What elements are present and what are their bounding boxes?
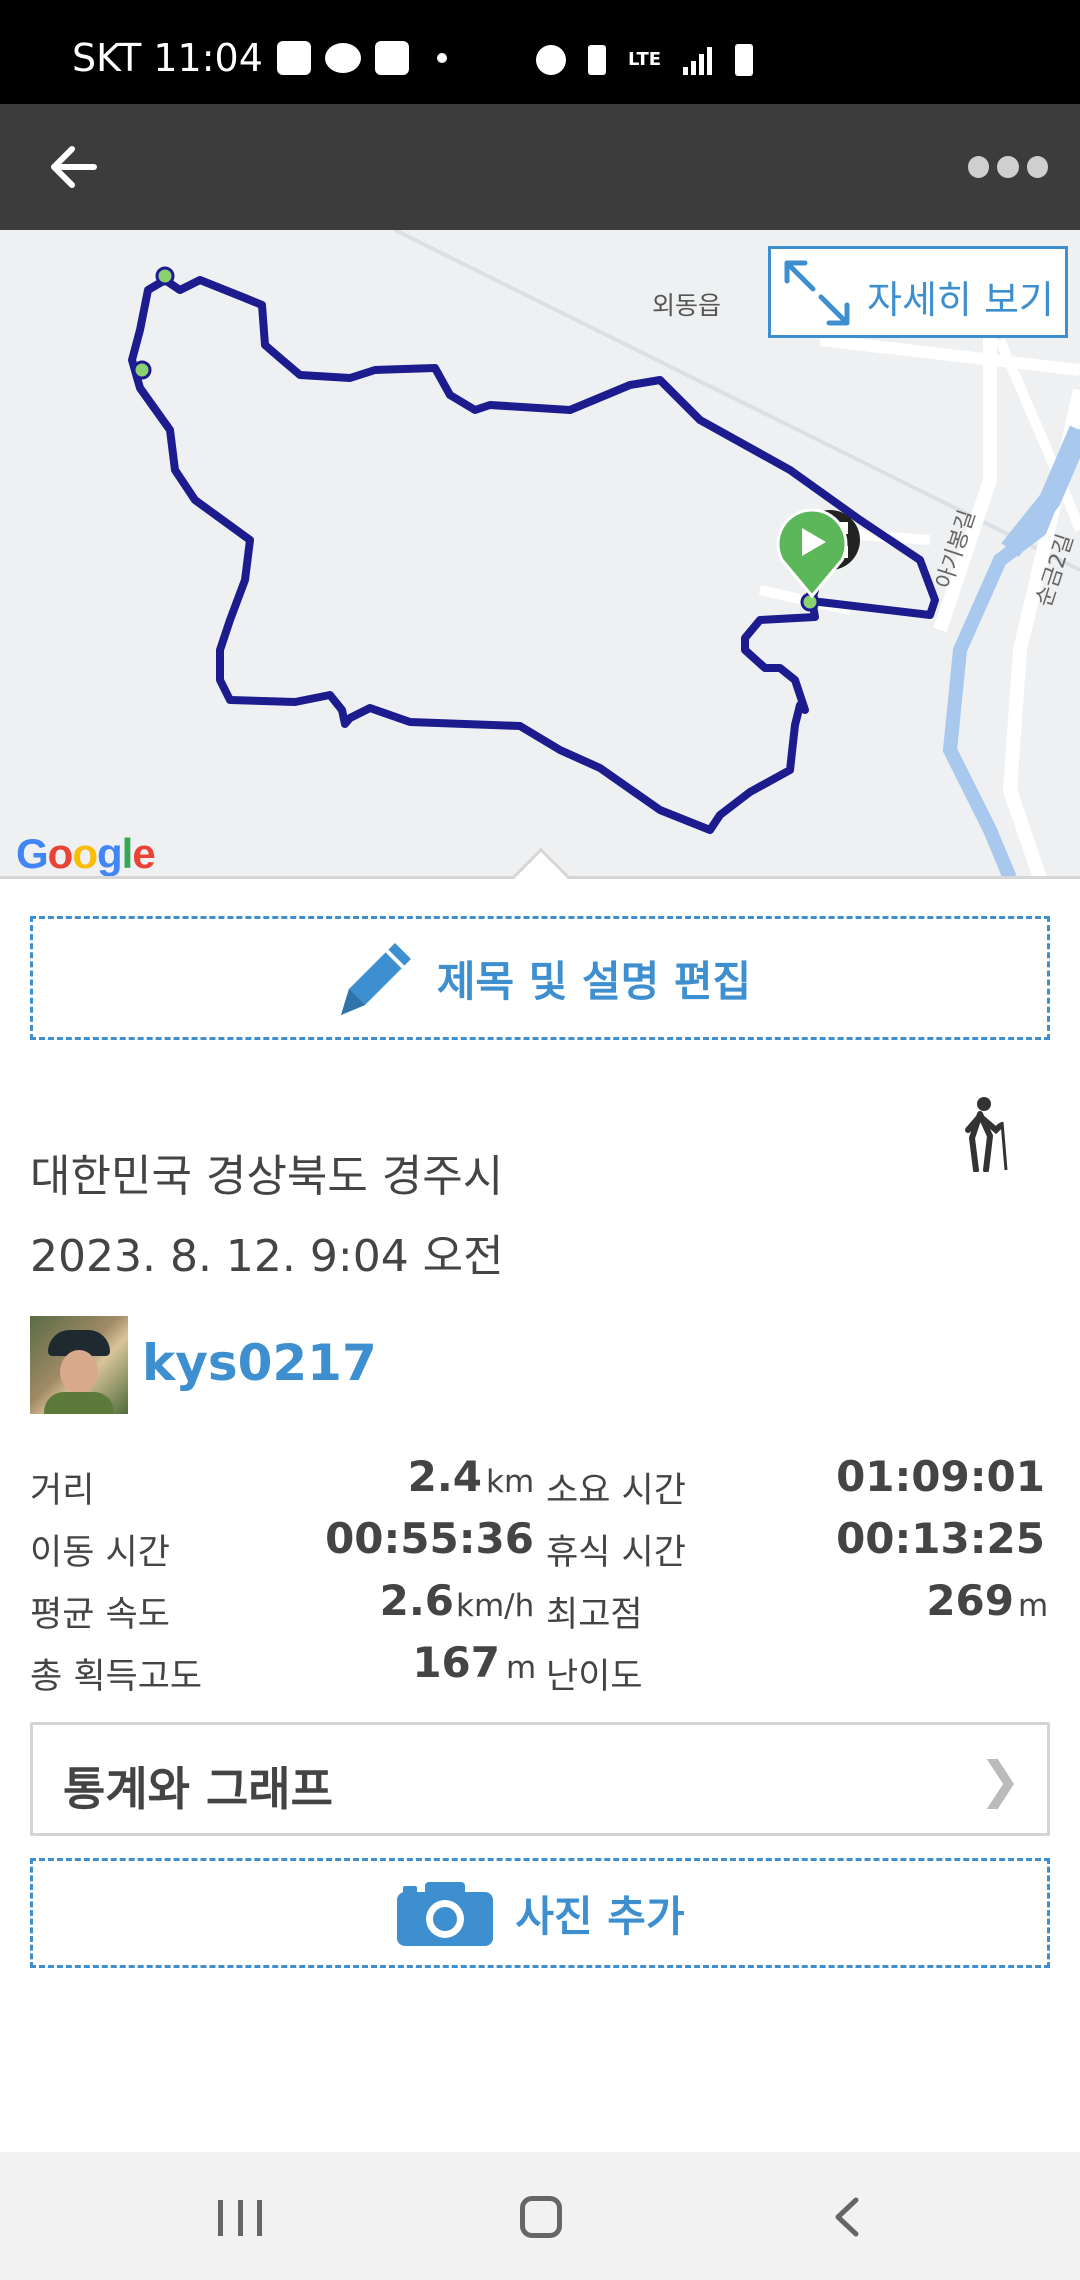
stat-label: 총 획득고도 (30, 1657, 203, 1697)
record-datetime: 2023. 8. 12. 9:04 오전 (30, 1231, 504, 1282)
add-photo-button[interactable]: 사진 추가 (30, 1858, 1050, 1968)
stat-value: 00:55:36 (325, 1514, 534, 1563)
edit-title-label: 제목 및 설명 편집 (436, 956, 752, 1006)
status-bar: SKT 11:04 LTE (0, 0, 1080, 104)
stats-grid: 거리 2.4 km 소요 시간 01:09:01 이동 시간 00:55:36 … (0, 1450, 1080, 1698)
more-options-button[interactable] (968, 152, 1048, 182)
stat-value: 269 (926, 1576, 1014, 1625)
back-button[interactable] (46, 137, 102, 197)
stat-unit: km (486, 1464, 535, 1500)
stats-graph-button[interactable]: 통계와 그래프 ❯ (30, 1722, 1050, 1836)
route-map[interactable]: 아기봉길 순금2길 외동읍 자세히 보기 Google (0, 230, 1080, 878)
stat-label: 평균 속도 (30, 1595, 170, 1635)
status-left: SKT 11:04 (72, 36, 447, 80)
stat-label: 소요 시간 (546, 1471, 686, 1511)
stat-row: 평균 속도 2.6 km/h 최고점 269 m (0, 1574, 1080, 1636)
alarm-icon (536, 45, 566, 75)
home-button[interactable] (520, 2196, 562, 2238)
stat-row: 총 획득고도 167 m 난이도 (0, 1636, 1080, 1698)
battery-icon (735, 44, 754, 76)
stat-value: 2.4 (407, 1452, 482, 1501)
more-dot-icon (968, 156, 990, 178)
app-bar (0, 104, 1080, 230)
carrier-time: SKT 11:04 (72, 36, 263, 80)
detail-view-label: 자세히 보기 (867, 278, 1054, 322)
pencil-icon (340, 943, 411, 1015)
notification-dot-icon (436, 53, 447, 63)
bluetooth-icon (588, 45, 606, 75)
record-location: 대한민국 경상북도 경주시 (30, 1151, 504, 1202)
google-logo: Google (16, 830, 156, 877)
add-photo-label: 사진 추가 (515, 1891, 685, 1941)
stat-value: 167 (412, 1638, 500, 1687)
arrow-left-icon (51, 146, 97, 188)
detail-view-button[interactable]: 자세히 보기 (768, 246, 1068, 338)
stat-unit: km/h (456, 1588, 535, 1624)
talk-icon (324, 43, 361, 73)
chevron-right-icon: ❯ (979, 1751, 1021, 1809)
stat-value: 01:09:01 (836, 1452, 1045, 1501)
username[interactable]: kys0217 (142, 1334, 377, 1392)
avatar[interactable] (30, 1316, 128, 1414)
more-dot-icon (997, 156, 1019, 178)
hiking-icon (965, 1097, 1008, 1172)
stat-unit: m (1018, 1588, 1049, 1624)
stat-label: 최고점 (546, 1595, 643, 1635)
stat-unit: m (506, 1650, 537, 1686)
camera-icon (397, 1882, 494, 1946)
expand-icon (784, 260, 850, 326)
status-right: LTE (536, 44, 754, 76)
stat-row: 이동 시간 00:55:36 휴식 시간 00:13:25 (0, 1512, 1080, 1574)
lte-icon: LTE (628, 49, 662, 70)
signal-icon (683, 45, 713, 75)
stat-row: 거리 2.4 km 소요 시간 01:09:01 (0, 1450, 1080, 1512)
stat-label: 이동 시간 (30, 1533, 170, 1573)
back-nav-button[interactable] (822, 2192, 872, 2242)
stat-label: 거리 (30, 1471, 95, 1511)
note-icon (374, 41, 409, 75)
stat-value: 00:13:25 (836, 1514, 1045, 1563)
more-dot-icon (1026, 156, 1048, 178)
stat-label: 휴식 시간 (546, 1533, 686, 1573)
stat-label: 난이도 (546, 1657, 643, 1697)
edit-title-button[interactable]: 제목 및 설명 편집 (30, 916, 1050, 1040)
gallery-icon (276, 41, 311, 75)
map-place-label: 외동읍 (652, 291, 722, 320)
start-marker-icon (776, 508, 848, 599)
stats-graph-label: 통계와 그래프 (63, 1762, 333, 1816)
recent-apps-button[interactable] (218, 2200, 262, 2236)
system-nav-bar (0, 2152, 1080, 2280)
stat-value: 2.6 (379, 1576, 454, 1625)
